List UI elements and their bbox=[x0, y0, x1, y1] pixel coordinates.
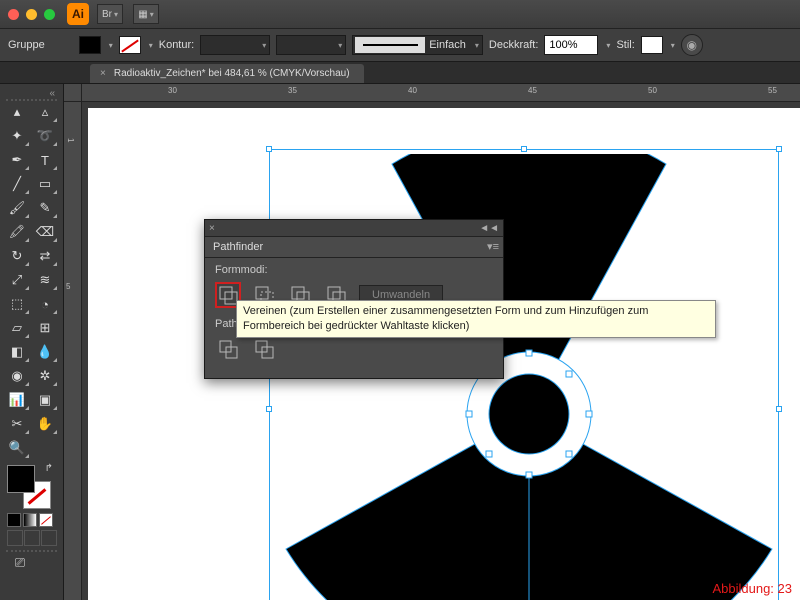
color-mode-icon[interactable] bbox=[7, 513, 21, 527]
blob-brush-tool[interactable]: 🖍 bbox=[4, 221, 30, 243]
draw-inside-icon[interactable] bbox=[41, 530, 57, 546]
selection-type-label: Gruppe bbox=[8, 39, 45, 51]
selection-handle[interactable] bbox=[776, 146, 782, 152]
tooltip: Vereinen (zum Erstellen einer zusammenge… bbox=[236, 300, 716, 338]
canvas[interactable]: 30 35 40 45 50 55 1 5 bbox=[64, 84, 800, 600]
hand-tool[interactable]: ✋ bbox=[32, 413, 58, 435]
ruler-origin[interactable] bbox=[64, 84, 82, 102]
magic-wand-tool[interactable]: ✦ bbox=[4, 125, 30, 147]
pathfinder-panel[interactable]: × ◄◄ Pathfinder ▾≡ Formmodi: bbox=[204, 219, 504, 379]
opacity-input[interactable]: 100% bbox=[544, 35, 598, 55]
pen-tool[interactable]: ✒ bbox=[4, 149, 30, 171]
draw-normal-icon[interactable] bbox=[7, 530, 23, 546]
close-tab-icon[interactable]: × bbox=[100, 68, 106, 79]
column-graph-tool[interactable]: 📊 bbox=[4, 389, 30, 411]
stroke-swatch[interactable] bbox=[119, 36, 141, 54]
rectangle-tool[interactable]: ▭ bbox=[32, 173, 58, 195]
paintbrush-tool[interactable]: 🖌 bbox=[4, 197, 30, 219]
panel-close-icon[interactable]: × bbox=[209, 223, 215, 234]
app-icon: Ai bbox=[67, 3, 89, 25]
eyedropper-tool[interactable]: 💧 bbox=[32, 341, 58, 363]
zoom-tool[interactable]: 🔍 bbox=[4, 437, 30, 459]
selection-handle[interactable] bbox=[521, 146, 527, 152]
control-bar: Gruppe Kontur: Einfach Deckkraft: 100% S… bbox=[0, 28, 800, 62]
direct-selection-tool[interactable]: ▵ bbox=[32, 101, 58, 123]
fill-chip[interactable] bbox=[7, 465, 35, 493]
shape-builder-tool[interactable]: ◔ bbox=[32, 293, 58, 315]
opacity-label: Deckkraft: bbox=[489, 39, 539, 51]
var-width-combo[interactable] bbox=[276, 35, 346, 55]
mesh-tool[interactable]: ⊞ bbox=[32, 317, 58, 339]
blend-tool[interactable]: ◉ bbox=[4, 365, 30, 387]
zoom-window-icon[interactable] bbox=[44, 9, 55, 20]
document-tabbar: × Radioaktiv_Zeichen* bei 484,61 % (CMYK… bbox=[0, 62, 800, 84]
artboard-tool[interactable]: ▣ bbox=[32, 389, 58, 411]
ruler-vertical[interactable]: 1 5 bbox=[64, 102, 82, 600]
stroke-weight-combo[interactable] bbox=[200, 35, 270, 55]
gradient-mode-icon[interactable] bbox=[23, 513, 37, 527]
scale-tool[interactable]: ⤢ bbox=[4, 269, 30, 291]
fill-swatch[interactable] bbox=[79, 36, 101, 54]
window-controls bbox=[8, 9, 55, 20]
bridge-button[interactable]: Br bbox=[97, 4, 123, 24]
screen-mode-button[interactable]: ⎚ bbox=[7, 552, 33, 574]
perspective-tool[interactable]: ▱ bbox=[4, 317, 30, 339]
selection-handle[interactable] bbox=[266, 406, 272, 412]
kontur-label: Kontur: bbox=[159, 39, 194, 51]
minimize-window-icon[interactable] bbox=[26, 9, 37, 20]
line-tool[interactable]: ╱ bbox=[4, 173, 30, 195]
style-dropdown[interactable] bbox=[669, 39, 675, 51]
recolor-icon[interactable]: ◉ bbox=[681, 34, 703, 56]
stroke-dropdown[interactable] bbox=[147, 39, 153, 51]
toolbox-collapse-icon[interactable]: « bbox=[4, 88, 59, 99]
reflect-tool[interactable]: ⇄ bbox=[32, 245, 58, 267]
opacity-dropdown[interactable] bbox=[604, 39, 610, 51]
selection-tool[interactable]: ▴ bbox=[4, 101, 30, 123]
divide-icon[interactable] bbox=[215, 336, 241, 362]
pathfinder-tab[interactable]: Pathfinder bbox=[205, 236, 503, 258]
fill-stroke-control[interactable]: ↱ bbox=[7, 465, 51, 509]
figure-caption: Abbildung: 23 bbox=[712, 581, 792, 596]
type-tool[interactable]: T bbox=[32, 149, 58, 171]
brush-combo[interactable]: Einfach bbox=[352, 35, 483, 55]
close-window-icon[interactable] bbox=[8, 9, 19, 20]
rotate-tool[interactable]: ↻ bbox=[4, 245, 30, 267]
draw-behind-icon[interactable] bbox=[24, 530, 40, 546]
panel-menu-icon[interactable]: ▾≡ bbox=[487, 240, 499, 253]
selection-handle[interactable] bbox=[266, 146, 272, 152]
main-area: « ▴ ▵ ✦ ➰ ✒ T ╱ ▭ 🖌 ✎ 🖍 ⌫ ↻ ⇄ ⤢ ≋ ⬚ ◔ ▱ … bbox=[0, 84, 800, 600]
gradient-tool[interactable]: ◧ bbox=[4, 341, 30, 363]
shape-modes-label: Formmodi: bbox=[215, 264, 493, 276]
style-label: Stil: bbox=[616, 39, 634, 51]
slice-tool[interactable]: ✂ bbox=[4, 413, 30, 435]
toolbox: « ▴ ▵ ✦ ➰ ✒ T ╱ ▭ 🖌 ✎ 🖍 ⌫ ↻ ⇄ ⤢ ≋ ⬚ ◔ ▱ … bbox=[0, 84, 64, 600]
fill-dropdown[interactable] bbox=[107, 39, 113, 51]
lasso-tool[interactable]: ➰ bbox=[32, 125, 58, 147]
eraser-tool[interactable]: ⌫ bbox=[32, 221, 58, 243]
style-swatch[interactable] bbox=[641, 36, 663, 54]
ruler-horizontal[interactable]: 30 35 40 45 50 55 bbox=[82, 84, 800, 102]
document-tab-title: Radioaktiv_Zeichen* bei 484,61 % (CMYK/V… bbox=[114, 68, 350, 79]
titlebar: Ai Br ▦ bbox=[0, 0, 800, 28]
arrange-docs-button[interactable]: ▦ bbox=[133, 4, 159, 24]
swap-fill-stroke-icon[interactable]: ↱ bbox=[45, 463, 53, 474]
free-transform-tool[interactable]: ⬚ bbox=[4, 293, 30, 315]
symbol-spray-tool[interactable]: ✲ bbox=[32, 365, 58, 387]
document-tab[interactable]: × Radioaktiv_Zeichen* bei 484,61 % (CMYK… bbox=[90, 64, 364, 83]
panel-collapse-icon[interactable]: ◄◄ bbox=[479, 223, 499, 234]
spare-tool[interactable] bbox=[32, 437, 58, 459]
pencil-tool[interactable]: ✎ bbox=[32, 197, 58, 219]
width-tool[interactable]: ≋ bbox=[32, 269, 58, 291]
none-mode-icon[interactable] bbox=[39, 513, 53, 527]
trim-icon[interactable] bbox=[251, 336, 277, 362]
